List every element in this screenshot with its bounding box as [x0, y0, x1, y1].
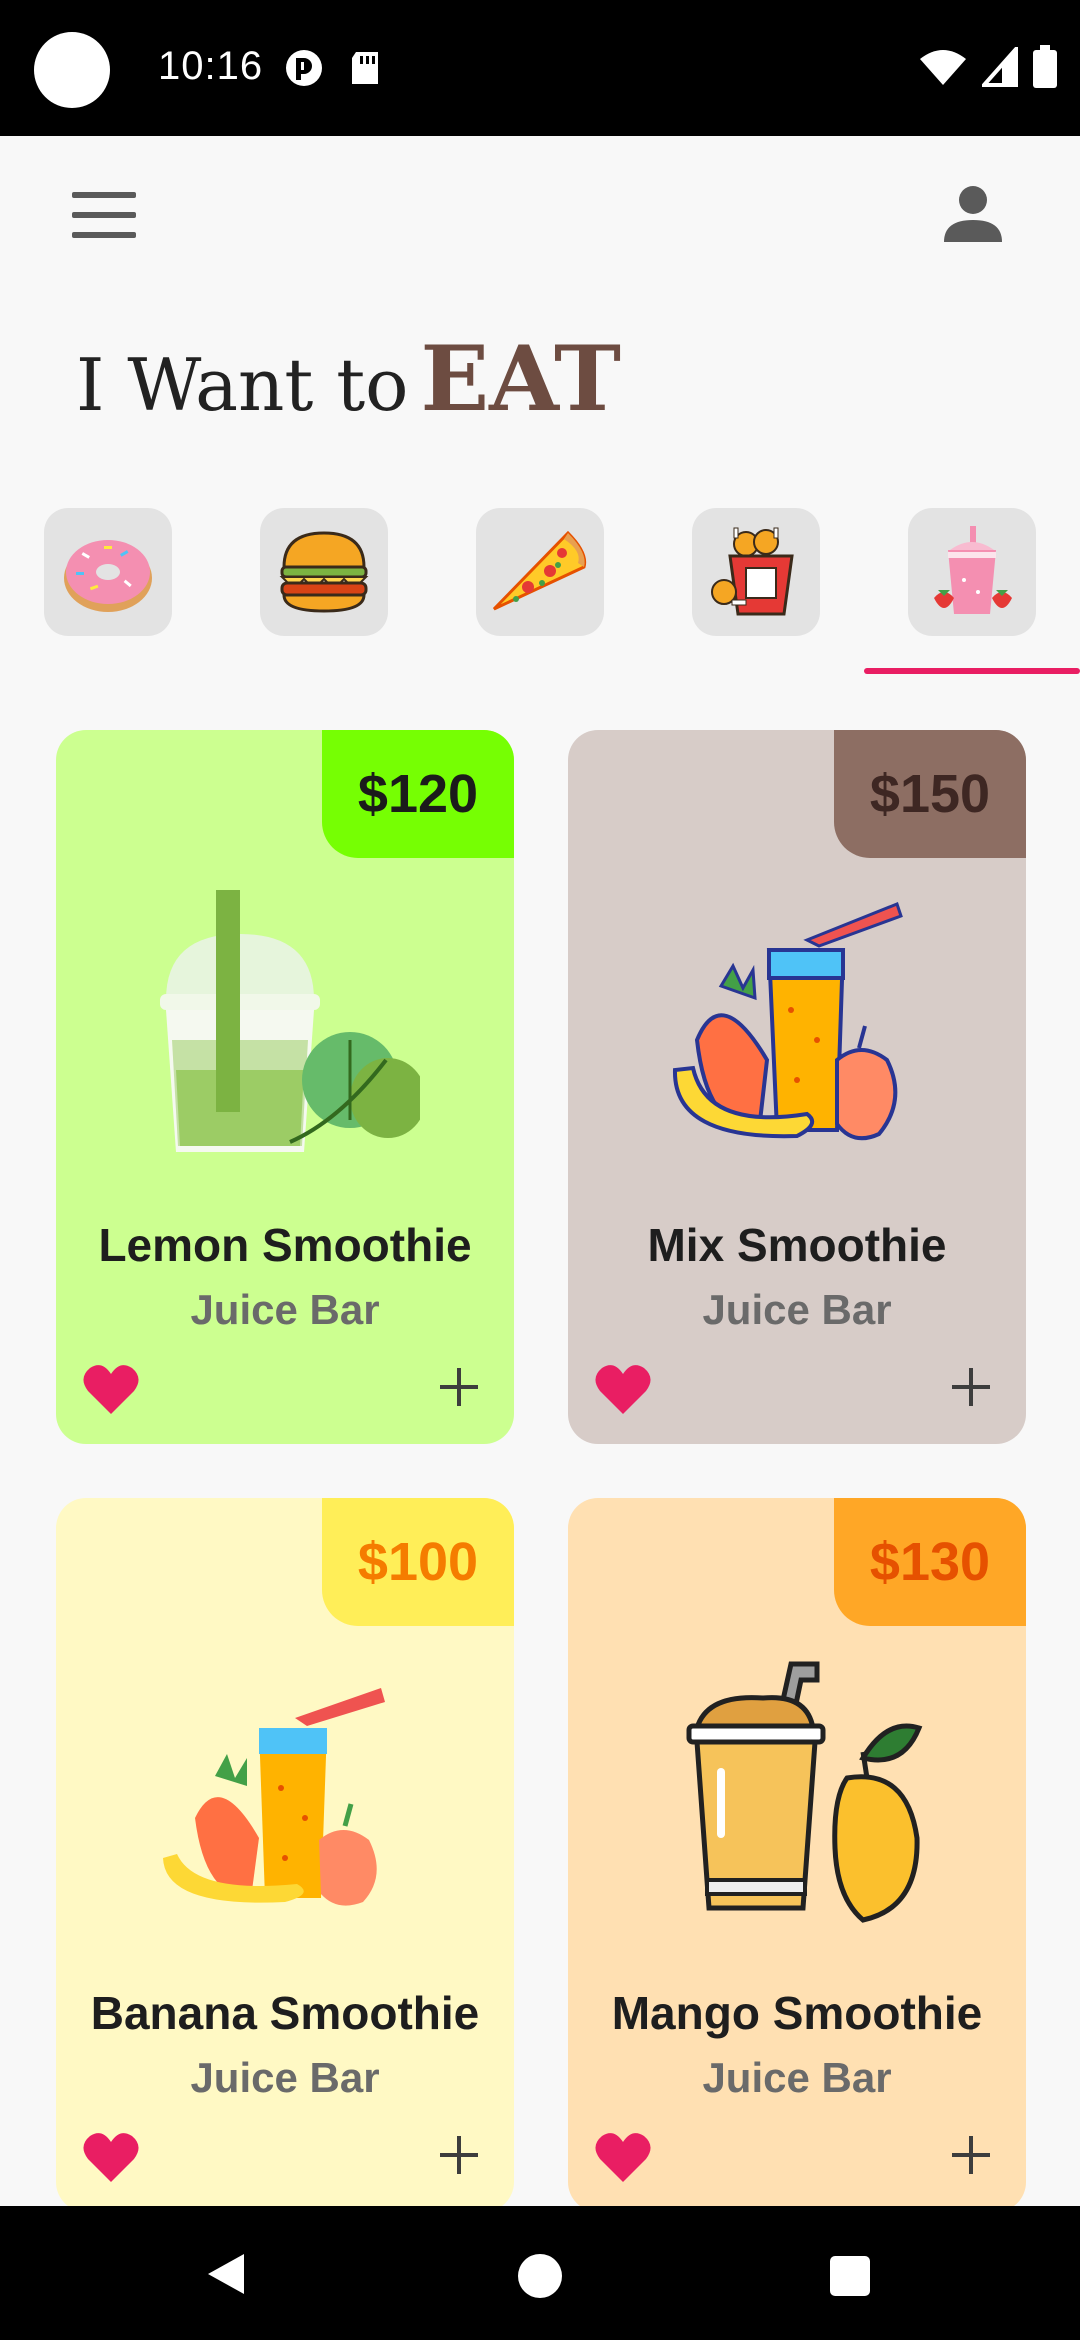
- page-title: I Want to EAT: [76, 326, 621, 432]
- banana-smoothie-icon: [163, 1688, 385, 1906]
- back-icon[interactable]: [204, 2250, 248, 2298]
- category-selected-indicator: [864, 668, 1080, 674]
- product-price: $150: [834, 730, 1026, 858]
- product-name: Mix Smoothie: [647, 1219, 947, 1271]
- burger-icon: [279, 531, 369, 613]
- product-card-lemon-smoothie[interactable]: $120 Lemon Smoothie Juice Bar: [56, 730, 514, 1444]
- wifi-icon: [920, 50, 966, 85]
- product-card-banana-smoothie[interactable]: $100 Banana Smoothie Juice Bar: [56, 1498, 514, 2206]
- favorite-heart-icon[interactable]: [82, 2130, 140, 2184]
- product-price: $100: [322, 1498, 514, 1626]
- product-card-mix-smoothie[interactable]: $150 Mix Smoothie Juice Bar: [568, 730, 1026, 1444]
- add-to-cart-icon[interactable]: [950, 1366, 992, 1408]
- title-prefix: I Want to: [76, 343, 409, 427]
- title-highlight: EAT: [420, 326, 621, 432]
- product-vendor: Juice Bar: [702, 1286, 892, 1333]
- notification-app-icon: [286, 50, 322, 86]
- status-bar: 10:16: [0, 0, 1080, 136]
- product-name: Mango Smoothie: [611, 1987, 983, 2039]
- add-to-cart-icon[interactable]: [438, 1366, 480, 1408]
- camera-cutout: [34, 32, 110, 108]
- pizza-icon: [492, 530, 587, 611]
- product-price: $120: [322, 730, 514, 858]
- menu-button[interactable]: [72, 192, 136, 244]
- category-smoothie[interactable]: [908, 508, 1036, 636]
- mango-smoothie-icon: [686, 1661, 923, 1923]
- product-vendor: Juice Bar: [190, 2054, 380, 2101]
- sd-card-icon: [352, 52, 378, 84]
- product-price: $130: [834, 1498, 1026, 1626]
- favorite-heart-icon[interactable]: [594, 2130, 652, 2184]
- category-donut[interactable]: [44, 508, 172, 636]
- product-card-mango-smoothie[interactable]: $130 Mango Smoothie Juice Bar: [568, 1498, 1026, 2206]
- status-time: 10:16: [158, 44, 264, 88]
- product-name: Banana Smoothie: [90, 1987, 480, 2039]
- product-vendor: Juice Bar: [702, 2054, 892, 2101]
- lemon-smoothie-icon: [160, 890, 420, 1152]
- fried-chicken-icon: [711, 527, 794, 616]
- recent-apps-button[interactable]: [830, 2256, 870, 2296]
- category-pizza[interactable]: [476, 508, 604, 636]
- mix-smoothie-icon: [672, 902, 903, 1141]
- category-tabs: [0, 508, 1080, 668]
- donut-icon: [64, 540, 152, 612]
- category-fried-chicken[interactable]: [692, 508, 820, 636]
- battery-icon: [1033, 45, 1057, 88]
- category-burger[interactable]: [260, 508, 388, 636]
- add-to-cart-icon[interactable]: [438, 2134, 480, 2176]
- system-navigation-bar: [0, 2206, 1080, 2340]
- signal-icon: [982, 47, 1018, 87]
- home-button[interactable]: [518, 2254, 562, 2298]
- app-screen: I Want to EAT $120 Lemon Smoothie Juice …: [0, 136, 1080, 2206]
- profile-icon[interactable]: [942, 182, 1004, 244]
- smoothie-icon: [934, 526, 1012, 614]
- add-to-cart-icon[interactable]: [950, 2134, 992, 2176]
- product-vendor: Juice Bar: [190, 1286, 380, 1333]
- product-name: Lemon Smoothie: [98, 1219, 472, 1271]
- favorite-heart-icon[interactable]: [594, 1362, 652, 1416]
- favorite-heart-icon[interactable]: [82, 1362, 140, 1416]
